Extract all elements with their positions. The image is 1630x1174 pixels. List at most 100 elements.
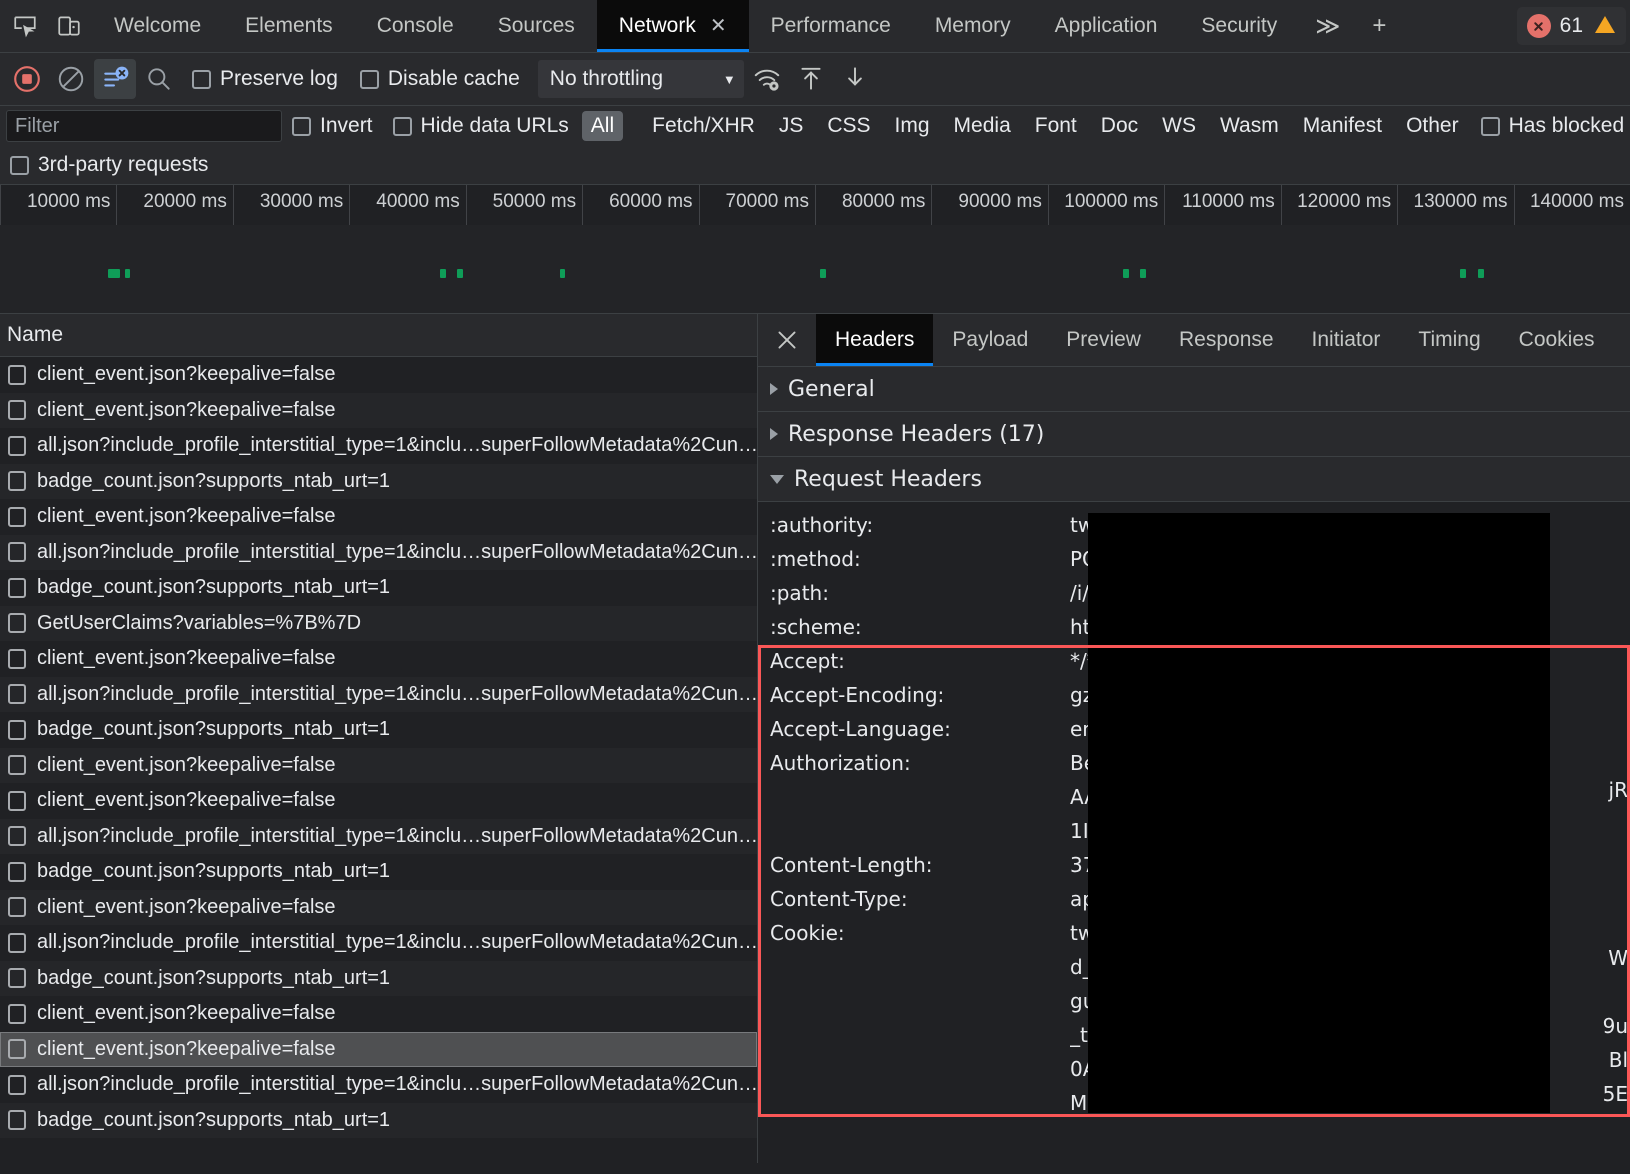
request-name: all.json?include_profile_interstitial_ty… bbox=[37, 1073, 756, 1096]
request-row[interactable]: badge_count.json?supports_ntab_urt=1 bbox=[0, 570, 757, 606]
section-request-headers[interactable]: Request Headers bbox=[758, 457, 1630, 502]
request-type-icon bbox=[8, 471, 26, 492]
details-tab-response[interactable]: Response bbox=[1160, 314, 1293, 366]
request-row[interactable]: all.json?include_profile_interstitial_ty… bbox=[0, 428, 757, 464]
request-row[interactable]: client_event.json?keepalive=false bbox=[0, 641, 757, 677]
request-type-icon bbox=[8, 684, 26, 705]
resource-type-other[interactable]: Other bbox=[1397, 111, 1468, 141]
tab-memory[interactable]: Memory bbox=[913, 0, 1033, 52]
import-har-icon[interactable] bbox=[790, 59, 832, 99]
header-row: Content-Length: 37 bbox=[758, 848, 1630, 882]
request-row[interactable]: all.json?include_profile_interstitial_ty… bbox=[0, 534, 757, 570]
request-name: client_event.json?keepalive=false bbox=[37, 505, 336, 528]
request-row[interactable]: badge_count.json?supports_ntab_urt=1 bbox=[0, 712, 757, 748]
resource-type-doc[interactable]: Doc bbox=[1092, 111, 1147, 141]
tab-performance[interactable]: Performance bbox=[749, 0, 913, 52]
header-row: :method: PO bbox=[758, 542, 1630, 576]
request-row[interactable]: badge_count.json?supports_ntab_urt=1 bbox=[0, 1102, 757, 1138]
resource-type-fetch-xhr[interactable]: Fetch/XHR bbox=[643, 111, 764, 141]
resource-type-all[interactable]: All bbox=[581, 111, 624, 141]
details-tab-headers[interactable]: Headers bbox=[816, 314, 934, 366]
request-row[interactable]: client_event.json?keepalive=false bbox=[0, 747, 757, 783]
request-type-icon bbox=[8, 719, 26, 740]
request-name: client_event.json?keepalive=false bbox=[37, 895, 336, 918]
has-blocked-cookies-checkbox[interactable]: Has blocked cookies bbox=[1471, 114, 1630, 138]
devtools-window: Welcome Elements Console Sources Network… bbox=[0, 0, 1630, 1174]
header-name: Authorization: bbox=[770, 751, 911, 775]
details-tab-preview[interactable]: Preview bbox=[1047, 314, 1160, 366]
tab-console[interactable]: Console bbox=[355, 0, 476, 52]
export-har-icon[interactable] bbox=[834, 59, 876, 99]
close-details-icon[interactable] bbox=[758, 314, 816, 366]
search-icon[interactable] bbox=[138, 59, 180, 99]
resource-type-js[interactable]: JS bbox=[770, 111, 813, 141]
overview-request-bar bbox=[820, 269, 826, 278]
third-party-requests-checkbox[interactable]: 3rd-party requests bbox=[10, 153, 218, 177]
request-row[interactable]: GetUserClaims?variables=%7B%7D bbox=[0, 605, 757, 641]
resource-type-manifest[interactable]: Manifest bbox=[1294, 111, 1391, 141]
request-row[interactable]: badge_count.json?supports_ntab_urt=1 bbox=[0, 960, 757, 996]
request-type-icon bbox=[8, 826, 26, 847]
filter-button[interactable] bbox=[94, 59, 136, 99]
tab-network[interactable]: Network ✕ bbox=[596, 0, 749, 52]
filter-input[interactable] bbox=[6, 110, 282, 142]
request-row[interactable]: all.json?include_profile_interstitial_ty… bbox=[0, 818, 757, 854]
tab-security[interactable]: Security bbox=[1179, 0, 1299, 52]
request-row[interactable]: client_event.json?keepalive=false bbox=[0, 357, 757, 393]
request-row[interactable]: all.json?include_profile_interstitial_ty… bbox=[0, 925, 757, 961]
more-tabs-icon[interactable]: ≫ bbox=[1299, 0, 1356, 52]
request-row[interactable]: badge_count.json?supports_ntab_urt=1 bbox=[0, 463, 757, 499]
details-tab-payload[interactable]: Payload bbox=[933, 314, 1047, 366]
request-row[interactable]: client_event.json?keepalive=false bbox=[0, 996, 757, 1032]
resource-type-font[interactable]: Font bbox=[1026, 111, 1086, 141]
ruler-tick-label: 140000 ms bbox=[1529, 191, 1624, 212]
record-button[interactable] bbox=[6, 59, 48, 99]
resource-type-ws[interactable]: WS bbox=[1153, 111, 1205, 141]
resource-type-img[interactable]: Img bbox=[886, 111, 939, 141]
request-row[interactable]: all.json?include_profile_interstitial_ty… bbox=[0, 1067, 757, 1103]
inspect-element-icon[interactable] bbox=[8, 9, 42, 43]
request-row[interactable]: client_event.json?keepalive=false bbox=[0, 1031, 757, 1067]
request-row[interactable]: client_event.json?keepalive=false bbox=[0, 889, 757, 925]
request-row[interactable]: client_event.json?keepalive=false bbox=[0, 783, 757, 819]
section-response-headers[interactable]: Response Headers (17) bbox=[758, 412, 1630, 457]
tab-label: Elements bbox=[245, 14, 333, 37]
header-name: Accept: bbox=[770, 649, 845, 673]
details-tab-cookies[interactable]: Cookies bbox=[1500, 314, 1614, 366]
network-conditions-icon[interactable] bbox=[746, 59, 788, 99]
request-row[interactable]: client_event.json?keepalive=false bbox=[0, 499, 757, 535]
request-row[interactable]: badge_count.json?supports_ntab_urt=1 bbox=[0, 854, 757, 890]
throttling-dropdown[interactable]: No throttling ▼ bbox=[537, 60, 744, 98]
network-overview[interactable]: 10000 ms 20000 ms 30000 ms 40000 ms 50000 ms… bbox=[0, 185, 1630, 314]
section-general[interactable]: General bbox=[758, 367, 1630, 412]
network-toolbar: Preserve log Disable cache No throttling… bbox=[0, 53, 1630, 106]
has-blocked-cookies-label: Has blocked cookies bbox=[1508, 114, 1630, 137]
preserve-log-checkbox[interactable]: Preserve log bbox=[182, 67, 348, 91]
issues-badge[interactable]: 61 bbox=[1516, 7, 1626, 45]
devtools-tabbar: Welcome Elements Console Sources Network… bbox=[0, 0, 1630, 53]
details-tab-timing[interactable]: Timing bbox=[1399, 314, 1499, 366]
resource-type-wasm[interactable]: Wasm bbox=[1211, 111, 1288, 141]
request-row[interactable]: all.json?include_profile_interstitial_ty… bbox=[0, 676, 757, 712]
close-icon[interactable]: ✕ bbox=[710, 16, 727, 36]
details-tab-initiator[interactable]: Initiator bbox=[1293, 314, 1400, 366]
tab-welcome[interactable]: Welcome bbox=[92, 0, 223, 52]
request-name: client_event.json?keepalive=false bbox=[37, 789, 336, 812]
add-tab-icon[interactable]: + bbox=[1356, 0, 1402, 52]
device-toolbar-icon[interactable] bbox=[52, 9, 86, 43]
hide-data-urls-checkbox[interactable]: Hide data URLs bbox=[383, 114, 579, 138]
resource-type-css[interactable]: CSS bbox=[818, 111, 879, 141]
tab-application[interactable]: Application bbox=[1033, 0, 1180, 52]
header-value: tw bbox=[1070, 513, 1095, 537]
header-value: */* bbox=[1070, 649, 1097, 673]
disable-cache-checkbox[interactable]: Disable cache bbox=[350, 67, 530, 91]
header-row: 1IU bbox=[758, 814, 1630, 848]
invert-checkbox[interactable]: Invert bbox=[282, 114, 383, 138]
tab-sources[interactable]: Sources bbox=[476, 0, 597, 52]
ruler-tick-label: 20000 ms bbox=[143, 191, 227, 212]
request-row[interactable]: client_event.json?keepalive=false bbox=[0, 392, 757, 428]
resource-type-media[interactable]: Media bbox=[945, 111, 1020, 141]
request-list[interactable]: client_event.json?keepalive=false client_… bbox=[0, 357, 757, 1163]
tab-elements[interactable]: Elements bbox=[223, 0, 355, 52]
clear-button[interactable] bbox=[50, 59, 92, 99]
